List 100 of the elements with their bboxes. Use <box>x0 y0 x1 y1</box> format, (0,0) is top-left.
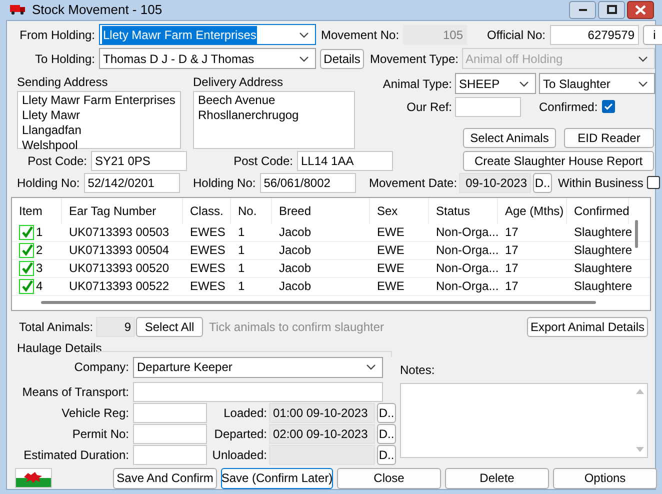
checkbox[interactable] <box>19 278 34 294</box>
checkbox[interactable] <box>19 242 34 258</box>
table-cell-text: UK0713393 00504 <box>69 242 170 259</box>
footer-button[interactable]: Save (Confirm Later) <box>221 468 333 488</box>
horizontal-scrollbar[interactable] <box>41 300 596 304</box>
maximize-button[interactable] <box>598 0 625 19</box>
select-animals-button[interactable]: Select Animals <box>463 128 556 148</box>
field-label: Within Business <box>558 174 644 192</box>
column-header[interactable]: Breed <box>272 198 370 224</box>
table-cell-text: 1 <box>238 224 245 241</box>
chevron-down-icon <box>519 80 529 86</box>
table-cell-text: EWES <box>190 260 226 277</box>
vertical-scrollbar[interactable] <box>635 220 638 248</box>
field-label: Estimated Duration: <box>22 447 129 464</box>
date-picker-button[interactable]: D.. <box>377 445 396 465</box>
scroll-down-icon <box>636 446 644 452</box>
table-cell-text: 17 <box>505 242 518 259</box>
input-field[interactable] <box>455 96 521 116</box>
column-header[interactable]: Confirmed <box>567 198 629 224</box>
chevron-down-icon <box>366 364 376 370</box>
checkbox[interactable] <box>602 100 615 113</box>
table-cell-text: Jacob <box>279 260 312 277</box>
details-button[interactable]: Details <box>320 48 364 68</box>
date-picker-button[interactable]: D.. <box>377 424 396 444</box>
select-all-button[interactable]: Select All <box>136 316 204 336</box>
section-label: Delivery Address <box>193 74 284 90</box>
input-field[interactable]: 01:00 09-10-2023 <box>269 403 375 423</box>
field-label: From Holding: <box>18 26 95 44</box>
date-picker-button[interactable]: D.. <box>533 172 552 192</box>
table-cell-text: Non-Orga... <box>436 224 499 241</box>
section-label: Sending Address <box>17 74 109 90</box>
input-field[interactable]: 02:00 09-10-2023 <box>269 424 375 444</box>
chevron-down-icon <box>638 56 648 62</box>
holding-dropdown[interactable]: Llety Mawr Farm Enterprises <box>99 24 316 45</box>
chevron-down-icon <box>299 32 309 38</box>
truck-icon <box>10 4 26 16</box>
eid-reader-button[interactable]: EID Reader <box>564 128 654 148</box>
report-button[interactable]: Create Slaughter House Report <box>463 150 654 170</box>
column-header[interactable]: Sex <box>370 198 429 224</box>
table-cell-text: EWE <box>377 242 404 259</box>
input-field[interactable] <box>133 382 383 402</box>
input-field[interactable] <box>133 445 207 465</box>
address-line: Rhosllanerchrugog <box>198 108 300 122</box>
footer-button[interactable]: Options <box>553 468 657 488</box>
table-cell-text: 17 <box>505 278 518 295</box>
table-cell-text: 17 <box>505 224 518 241</box>
field-label: Movement Date: <box>369 174 457 192</box>
table-cell-text: Non-Orga... <box>436 242 499 259</box>
table-cell-text: UK0713393 00503 <box>69 224 170 241</box>
checkbox[interactable] <box>19 260 34 276</box>
table-cell-text: Slaughtere <box>574 224 632 241</box>
table-cell-text: Non-Orga... <box>436 278 499 295</box>
close-button[interactable] <box>627 0 654 19</box>
table-cell-text: 2 <box>36 242 43 259</box>
column-header[interactable]: Class. <box>183 198 231 224</box>
input-field[interactable]: 09-10-2023 <box>459 172 531 192</box>
checkbox[interactable] <box>19 224 34 240</box>
notes-field[interactable] <box>400 382 648 458</box>
table-cell-text: Jacob <box>279 278 312 295</box>
table-cell-text: EWES <box>190 242 226 259</box>
field-label: Holding No: <box>17 174 80 192</box>
table-cell-text: 3 <box>36 260 43 277</box>
input-field[interactable] <box>133 403 207 423</box>
chevron-down-icon <box>638 80 648 86</box>
footer-button[interactable]: Delete <box>445 468 549 488</box>
column-header[interactable]: Status <box>429 198 498 224</box>
field-label: Movement Type: <box>370 52 458 66</box>
hint-text: Tick animals to confirm slaughter <box>209 320 384 334</box>
holding-dropdown[interactable]: Thomas D J - D & J Thomas <box>99 48 316 69</box>
address-box[interactable]: Beech Avenue Rhosllanerchrugog <box>193 90 355 148</box>
export-button[interactable]: Export Animal Details <box>527 316 648 336</box>
official-number-field[interactable]: 6279579 <box>550 24 638 44</box>
flag-icon <box>16 469 51 487</box>
info-button[interactable]: i <box>642 24 662 44</box>
table-cell-text: EWE <box>377 224 404 241</box>
minimize-button[interactable] <box>569 0 596 19</box>
column-header[interactable]: No. <box>231 198 272 224</box>
column-header[interactable]: Age (Mths) <box>498 198 567 224</box>
input-field[interactable] <box>133 424 207 444</box>
table-cell-text: Slaughtere <box>574 242 632 259</box>
input-field[interactable]: 9 <box>96 316 136 336</box>
footer-button[interactable]: Save And Confirm <box>113 468 217 488</box>
table-cell-text: 4 <box>36 278 43 295</box>
footer-button[interactable]: Close <box>337 468 441 488</box>
address-line: Llety Mawr Farm Enterprises <box>22 92 176 108</box>
input-field[interactable]: SY21 0PS <box>91 150 187 170</box>
date-picker-button[interactable]: D.. <box>377 403 396 423</box>
input-field[interactable]: LL14 1AA <box>297 150 393 170</box>
field-label: Post Code: <box>26 152 87 170</box>
checkbox[interactable] <box>647 176 660 189</box>
section-label: Haulage Details <box>17 340 103 356</box>
purpose-dropdown[interactable]: To Slaughter <box>539 73 655 94</box>
field-label: Departed: <box>213 426 267 443</box>
column-header[interactable]: Ear Tag Number <box>62 198 183 224</box>
company-dropdown[interactable]: Departure Keeper <box>133 356 383 378</box>
window-title: Stock Movement - 105 <box>32 1 162 19</box>
input-field[interactable]: 56/061/8002 <box>260 172 356 192</box>
animal-type-dropdown[interactable]: SHEEP <box>455 73 536 94</box>
input-field[interactable]: 52/142/0201 <box>84 172 180 192</box>
column-header[interactable]: Item <box>12 198 62 224</box>
